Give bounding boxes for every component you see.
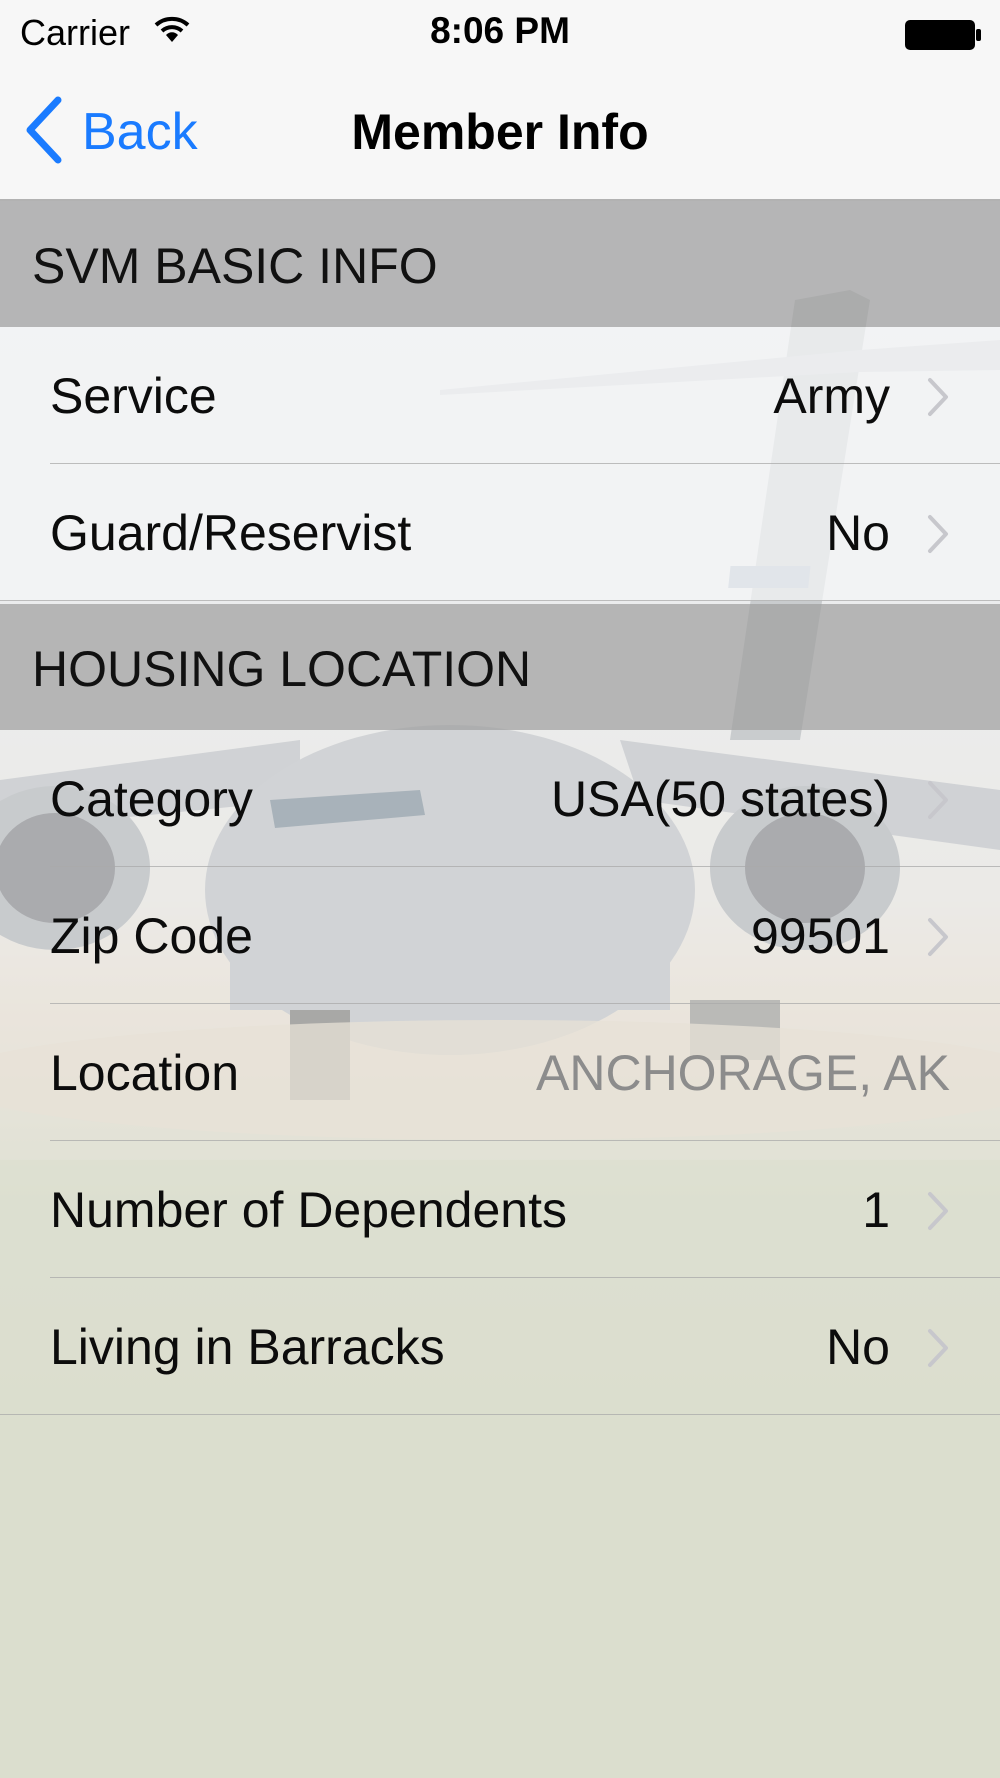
chevron-right-icon	[926, 780, 950, 825]
row-value: No	[826, 1319, 890, 1375]
section-header-housing-location: HOUSING LOCATION	[0, 604, 1000, 730]
row-label: Zip Code	[50, 908, 253, 964]
row-label: Category	[50, 771, 253, 827]
row-label: Guard/Reservist	[50, 505, 412, 561]
screen: Carrier 8:06 PM Back Member Info SVM BAS…	[0, 0, 1000, 1778]
section-header-label: HOUSING LOCATION	[32, 641, 532, 697]
row-number-of-dependents[interactable]: Number of Dependents 1	[0, 1141, 1000, 1278]
row-living-in-barracks[interactable]: Living in Barracks No	[0, 1278, 1000, 1415]
chevron-right-icon	[926, 917, 950, 962]
row-label: Location	[50, 1045, 240, 1101]
row-value: 1	[862, 1182, 890, 1238]
section-header-label: SVM BASIC INFO	[32, 238, 438, 294]
status-time: 8:06 PM	[430, 10, 570, 51]
chevron-right-icon	[926, 1328, 950, 1373]
page-title: Member Info	[351, 104, 649, 160]
row-value: No	[826, 505, 890, 561]
row-label: Living in Barracks	[50, 1319, 445, 1375]
row-value: 99501	[750, 908, 890, 964]
section-header-svm-basic-info: SVM BASIC INFO	[0, 201, 1000, 327]
row-separator	[0, 1414, 1000, 1415]
navigation-bar: Back Member Info	[0, 66, 1000, 201]
row-category[interactable]: Category USA(50 states)	[0, 730, 1000, 867]
location-value: ANCHORAGE, AK	[536, 1045, 950, 1101]
chevron-right-icon	[926, 514, 950, 559]
row-location: Location ANCHORAGE, AK	[0, 1004, 1000, 1141]
row-value: USA(50 states)	[550, 771, 890, 827]
status-bar: Carrier 8:06 PM	[0, 0, 1000, 66]
row-separator	[0, 600, 1000, 601]
row-guard-reservist[interactable]: Guard/Reservist No	[0, 464, 1000, 601]
row-zip-code[interactable]: Zip Code 99501	[0, 867, 1000, 1004]
chevron-right-icon	[926, 377, 950, 422]
battery-icon	[904, 18, 982, 57]
row-value: Army	[773, 368, 890, 424]
row-service[interactable]: Service Army	[0, 327, 1000, 464]
row-label: Number of Dependents	[50, 1182, 567, 1238]
chevron-right-icon	[926, 1191, 950, 1236]
row-label: Service	[50, 368, 217, 424]
